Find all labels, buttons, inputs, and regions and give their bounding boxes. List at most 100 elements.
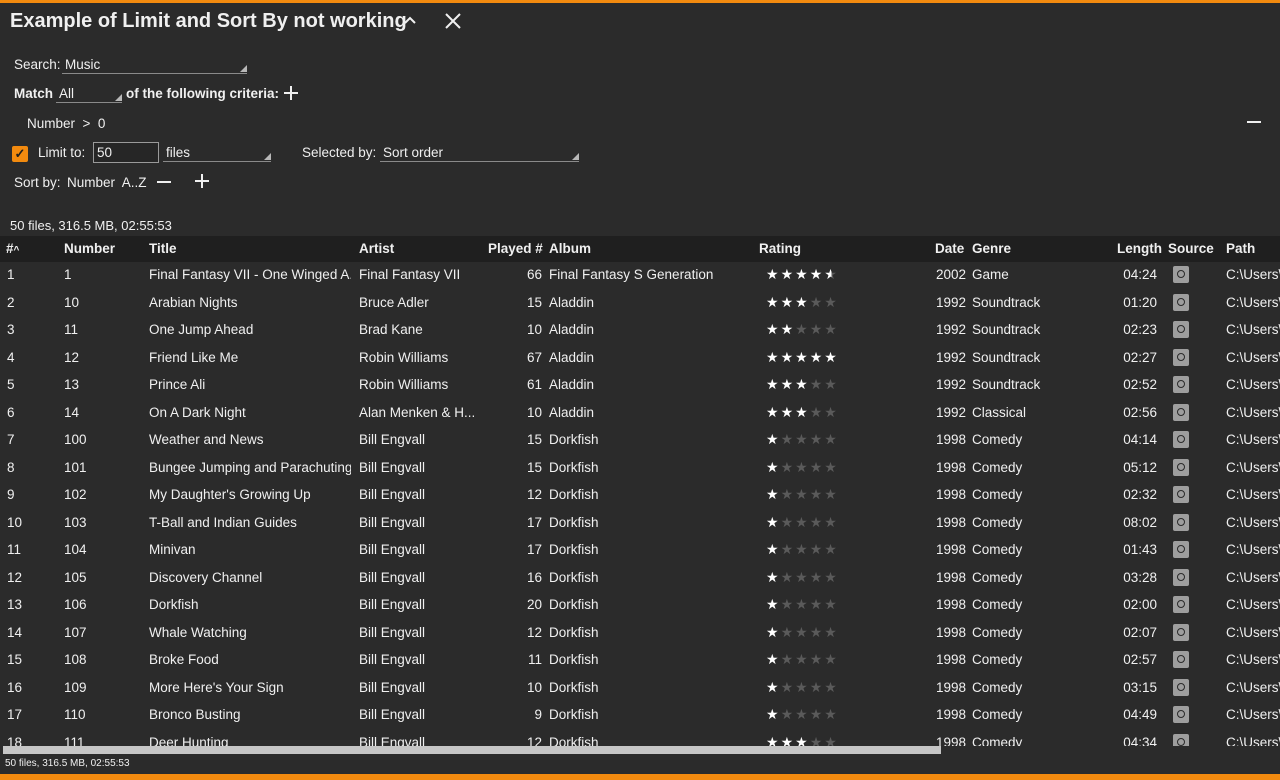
column-header-rating[interactable]: Rating bbox=[759, 241, 801, 256]
table-row[interactable]: 6 14 On A Dark Night Alan Menken & H... 10 Al… bbox=[0, 400, 1280, 428]
limit-count-input[interactable]: 50 bbox=[93, 142, 159, 163]
table-row[interactable]: 15 108 Broke Food Bill Engvall 11 Dorkfish 199… bbox=[0, 647, 1280, 675]
cell-idx: 15 bbox=[7, 652, 23, 667]
cell-album: Dorkfish bbox=[549, 679, 599, 695]
cell-number: 100 bbox=[64, 432, 87, 447]
rating-stars[interactable]: ★★★★★ bbox=[766, 624, 856, 642]
close-icon[interactable] bbox=[444, 10, 462, 36]
add-sort-button[interactable] bbox=[193, 172, 211, 194]
star-icon: ★ bbox=[795, 733, 810, 747]
table-row[interactable]: 14 107 Whale Watching Bill Engvall 12 Dorkfis… bbox=[0, 620, 1280, 648]
rating-stars[interactable]: ★★★★★ bbox=[766, 679, 856, 697]
table-row[interactable]: 18 111 Deer Hunting Bill Engvall 12 Dorkfish 1… bbox=[0, 730, 1280, 747]
cell-number: 110 bbox=[64, 707, 86, 722]
rating-stars[interactable]: ★★★★★ bbox=[766, 651, 856, 669]
column-header-album[interactable]: Album bbox=[549, 241, 591, 256]
table-row[interactable]: 10 103 T-Ball and Indian Guides Bill Engval… bbox=[0, 510, 1280, 538]
rating-stars[interactable]: ★★★★★ bbox=[766, 321, 856, 339]
column-header-played[interactable]: Played # bbox=[488, 241, 543, 256]
table-row[interactable]: 9 102 My Daughter's Growing Up Bill Engvall… bbox=[0, 482, 1280, 510]
table-row[interactable]: 5 13 Prince Ali Robin Williams 61 Aladdin 1992… bbox=[0, 372, 1280, 400]
cell-length: 02:07 bbox=[1123, 624, 1157, 640]
column-header-path[interactable]: Path bbox=[1226, 241, 1255, 256]
rating-stars[interactable]: ★★★★★ bbox=[766, 294, 856, 312]
cell-date: 1998 bbox=[935, 432, 966, 447]
column-header-number[interactable]: Number bbox=[64, 241, 115, 256]
rating-stars[interactable]: ★★★★★ bbox=[766, 431, 856, 449]
rating-stars[interactable]: ★★★★★ bbox=[766, 266, 856, 284]
column-header-date[interactable]: Date bbox=[935, 241, 964, 256]
limit-unit-dropdown[interactable]: files bbox=[163, 144, 271, 162]
rating-stars[interactable]: ★★★★★ bbox=[766, 541, 856, 559]
cell-path: C:\Users\ bbox=[1226, 267, 1280, 282]
column-header-length[interactable]: Length bbox=[1117, 241, 1162, 256]
cell-idx: 12 bbox=[7, 569, 23, 585]
cell-played: 9 bbox=[534, 707, 542, 722]
cell-artist: Bill Engvall bbox=[359, 432, 426, 447]
star-icon: ★ bbox=[809, 596, 825, 612]
source-disc-icon bbox=[1173, 486, 1189, 503]
cell-genre: Comedy bbox=[972, 597, 1023, 612]
column-header-genre[interactable]: Genre bbox=[972, 241, 1011, 256]
column-header-source[interactable]: Source bbox=[1168, 241, 1214, 256]
cell-played: 61 bbox=[526, 377, 542, 392]
sort-by-field[interactable]: Number A..Z bbox=[67, 175, 147, 190]
cell-length: 02:57 bbox=[1123, 652, 1157, 667]
table-row[interactable]: 8 101 Bungee Jumping and Parachuting Bill E… bbox=[0, 455, 1280, 483]
rating-stars[interactable]: ★★★★★ bbox=[766, 486, 856, 504]
search-scope-dropdown[interactable]: Music bbox=[62, 56, 247, 74]
source-disc-icon bbox=[1173, 623, 1189, 641]
cell-date: 1998 bbox=[935, 707, 966, 722]
column-header-title[interactable]: Title bbox=[149, 241, 177, 256]
star-icon: ★ bbox=[780, 486, 796, 502]
cell-played: 12 bbox=[526, 624, 542, 640]
column-header-artist[interactable]: Artist bbox=[359, 241, 394, 256]
cell-title: Minivan bbox=[149, 542, 196, 557]
window-title: Example of Limit and Sort By not working bbox=[10, 10, 407, 32]
rating-stars[interactable]: ★★★★★ bbox=[766, 404, 856, 422]
table-row[interactable]: 2 10 Arabian Nights Bruce Adler 15 Aladdin 199… bbox=[0, 290, 1280, 318]
column-header-index[interactable]: #^ bbox=[6, 241, 19, 256]
star-icon: ★ bbox=[766, 678, 781, 695]
table-row[interactable]: 7 100 Weather and News Bill Engvall 15 Dorkfi… bbox=[0, 427, 1280, 455]
horizontal-scrollbar[interactable] bbox=[3, 746, 941, 754]
rating-stars[interactable]: ★★★★★ bbox=[766, 569, 856, 587]
bottom-status-text: 50 files, 316.5 MB, 02:55:53 bbox=[5, 758, 130, 769]
cell-length: 03:15 bbox=[1123, 679, 1157, 695]
cell-length: 02:23 bbox=[1123, 322, 1157, 337]
rating-stars[interactable]: ★★★★★ bbox=[766, 376, 856, 394]
cell-date: 1998 bbox=[935, 459, 966, 475]
table-row[interactable]: 11 104 Minivan Bill Engvall 17 Dorkfish 1998 Co… bbox=[0, 537, 1280, 565]
cell-length: 01:20 bbox=[1123, 294, 1157, 310]
cell-title: Discovery Channel bbox=[149, 569, 263, 585]
remove-criteria-button[interactable] bbox=[1245, 112, 1263, 134]
table-row[interactable]: 3 11 One Jump Ahead Brad Kane 10 Aladdin 1992 S… bbox=[0, 317, 1280, 345]
cell-artist: Bill Engvall bbox=[359, 707, 426, 722]
star-icon: ★ bbox=[824, 596, 839, 612]
table-row[interactable]: 16 109 More Here's Your Sign Bill Engvall 10… bbox=[0, 675, 1280, 703]
rating-stars[interactable]: ★★★★★ bbox=[766, 459, 856, 477]
rating-stars[interactable]: ★★★★★ bbox=[766, 514, 856, 532]
file-list-grid[interactable]: #^ Number Title Artist Played # Album Ra… bbox=[0, 236, 1280, 746]
table-row[interactable]: 13 106 Dorkfish Bill Engvall 20 Dorkfish 1998 C… bbox=[0, 592, 1280, 620]
cell-number: 109 bbox=[64, 679, 87, 695]
table-row[interactable]: 4 12 Friend Like Me Robin Williams 67 Aladdin… bbox=[0, 345, 1280, 373]
rating-stars[interactable]: ★★★★★ bbox=[766, 349, 856, 367]
criteria-rule[interactable]: Number > 0 bbox=[27, 116, 105, 131]
table-row[interactable]: 17 110 Bronco Busting Bill Engvall 9 Dorkfish… bbox=[0, 702, 1280, 730]
rating-stars[interactable]: ★★★★★ bbox=[766, 706, 856, 724]
selected-by-dropdown[interactable]: Sort order bbox=[380, 144, 579, 162]
remove-sort-button[interactable] bbox=[155, 172, 173, 194]
rating-stars[interactable]: ★★★★★ bbox=[766, 734, 856, 747]
star-icon: ★ bbox=[824, 403, 839, 420]
star-icon: ★ bbox=[766, 431, 781, 447]
rating-stars[interactable]: ★★★★★ bbox=[766, 596, 856, 614]
table-row[interactable]: 1 1 Final Fantasy VII - One Winged A... Fin… bbox=[0, 262, 1280, 290]
match-mode-dropdown[interactable]: All bbox=[56, 85, 122, 103]
star-icon: ★ bbox=[824, 678, 839, 695]
table-row[interactable]: 12 105 Discovery Channel Bill Engvall 16 Dork… bbox=[0, 565, 1280, 593]
limit-checkbox[interactable]: ✓ bbox=[12, 146, 28, 162]
add-criteria-button[interactable] bbox=[282, 84, 300, 106]
star-icon: ★ bbox=[766, 403, 781, 420]
chevron-up-icon[interactable] bbox=[402, 10, 418, 36]
